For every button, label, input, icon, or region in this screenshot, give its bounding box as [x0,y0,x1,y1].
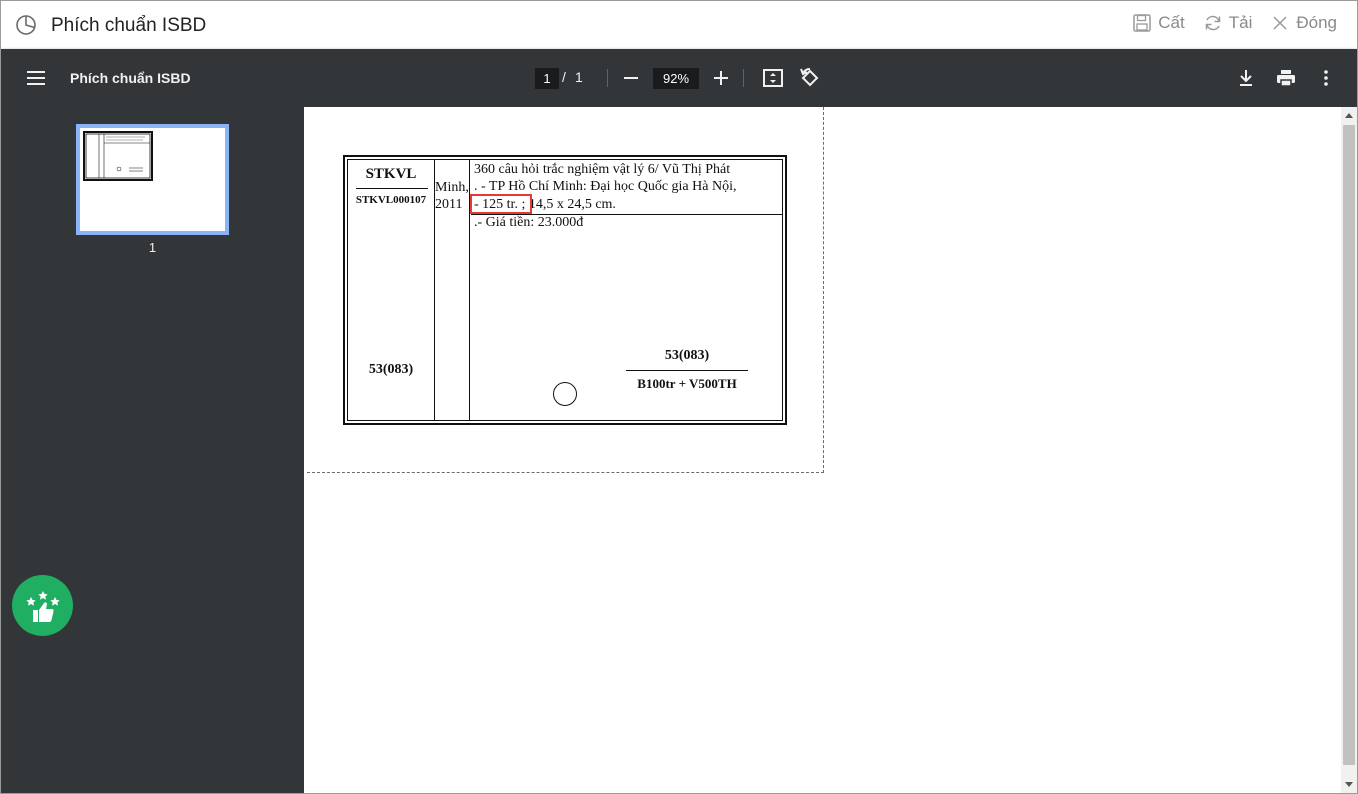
document-viewer: STKVL STKVL000107 Minh, 2011 360 câu hỏi… [304,107,1341,793]
thumbnail-preview [83,131,153,181]
more-options-icon[interactable] [1314,66,1338,90]
close-button-label: Đóng [1296,13,1337,32]
rating-button[interactable] [12,575,73,636]
middle-column-text: 2011 [435,197,463,212]
call-number-id: STKVL000107 [355,194,427,206]
pie-chart-icon [16,15,36,35]
page-thumbnail[interactable] [76,124,229,235]
description-line: .- Giá tiền: 23.000đ [474,215,584,230]
app-window: Phích chuẩn ISBD Cất Tải Đóng Phích chuẩ… [0,0,1358,794]
scroll-down-icon[interactable] [1341,777,1357,793]
reload-button-label: Tải [1228,13,1253,32]
pdf-toolbar: Phích chuẩn ISBD 1 / 1 92% [1,49,1357,107]
page-number-input[interactable]: 1 [535,68,559,89]
toolbar-divider [607,69,608,87]
description-line: . - TP Hồ Chí Minh: Đại học Quốc gia Hà … [474,179,737,194]
save-button[interactable]: Cất [1132,13,1185,33]
thumbnail-page-label: 1 [148,240,157,255]
catalog-card: STKVL STKVL000107 Minh, 2011 360 câu hỏi… [343,155,787,425]
highlight-box [470,194,532,214]
thumbs-up-stars-icon [25,590,60,622]
classification-left: 53(083) [368,362,414,377]
rotate-icon[interactable] [798,66,822,90]
window-actions: Cất Tải Đóng [1132,13,1337,33]
save-button-label: Cất [1158,13,1185,32]
zoom-out-icon[interactable] [620,67,642,89]
page-separator: / [562,69,566,85]
card-punch-hole [553,382,577,406]
catalog-card-inner-border: STKVL STKVL000107 Minh, 2011 360 câu hỏi… [347,159,783,421]
thumbnail-sidebar: 1 [1,107,304,793]
classification-right-bottom: B100tr + V500TH [637,376,737,391]
description-line: 360 câu hỏi trắc nghiệm vật lý 6/ Vũ Thị… [474,162,731,177]
refresh-icon [1205,15,1220,31]
middle-column-text: Minh, [435,180,469,195]
scrollbar-thumb[interactable] [1343,125,1355,765]
classification-right-top: 53(083) [664,348,710,363]
thumbnail-card-drawing [85,133,151,179]
title-bar: Phích chuẩn ISBD Cất Tải Đóng [1,1,1357,49]
call-number-rule [356,188,428,189]
download-icon[interactable] [1234,66,1258,90]
menu-icon[interactable] [25,68,47,88]
print-icon[interactable] [1274,66,1298,90]
zoom-in-icon[interactable] [710,67,732,89]
close-button[interactable]: Đóng [1270,13,1337,33]
reload-button[interactable]: Tải [1203,13,1253,33]
floppy-disk-icon [1133,14,1152,32]
close-icon [1273,16,1287,30]
document-title: Phích chuẩn ISBD [70,70,191,86]
vertical-scrollbar[interactable] [1341,107,1357,793]
page-total: 1 [575,69,583,85]
toolbar-divider [743,69,744,87]
pdf-page: STKVL STKVL000107 Minh, 2011 360 câu hỏi… [307,107,824,473]
fit-to-page-icon[interactable] [761,66,785,90]
zoom-level-input[interactable]: 92% [653,68,699,89]
classification-right-rule [626,370,748,371]
scroll-up-icon[interactable] [1341,107,1357,123]
call-number-top: STKVL [365,166,417,182]
window-title: Phích chuẩn ISBD [51,15,207,36]
